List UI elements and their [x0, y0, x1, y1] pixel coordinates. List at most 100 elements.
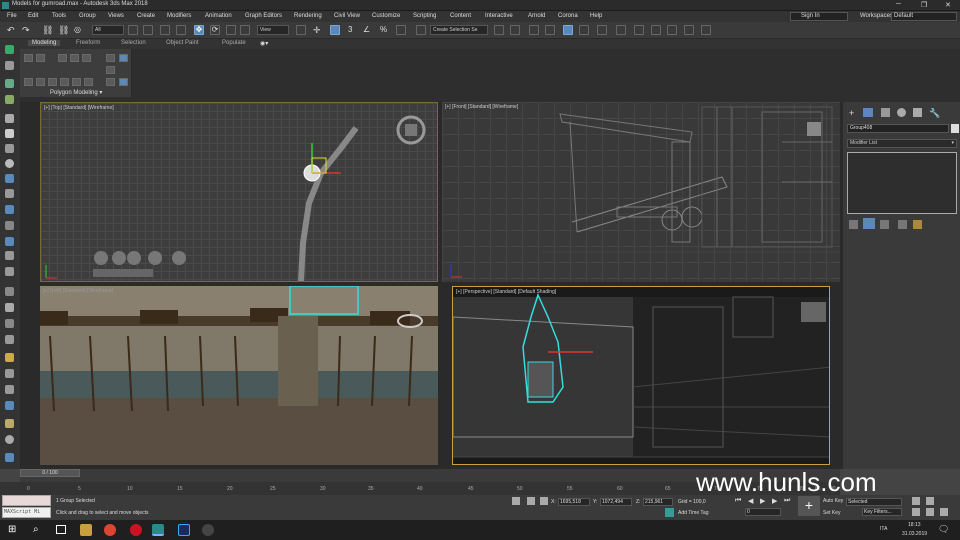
sphere-icon[interactable]: [5, 159, 14, 168]
menu-file[interactable]: File: [7, 13, 17, 19]
orbit-icon[interactable]: [926, 508, 934, 516]
ribbon-tool-1[interactable]: [24, 54, 33, 62]
ribbon-tool-14[interactable]: [84, 78, 93, 86]
menu-corona[interactable]: Corona: [558, 13, 578, 19]
modify-icon[interactable]: [5, 61, 14, 70]
z-coord-field[interactable]: 215,961: [643, 498, 673, 506]
menu-rendering[interactable]: Rendering: [294, 13, 322, 19]
snaps-toggle-icon[interactable]: 3: [348, 25, 358, 35]
edit-named-selection-icon[interactable]: [416, 25, 426, 35]
play-icon[interactable]: ▶: [760, 497, 765, 505]
menu-scripting[interactable]: Scripting: [413, 13, 436, 19]
xref-icon[interactable]: [5, 385, 14, 394]
task-view-icon[interactable]: [56, 525, 66, 534]
container-icon[interactable]: [5, 369, 14, 378]
app-icon[interactable]: [202, 524, 214, 536]
file-explorer-icon[interactable]: [80, 524, 92, 536]
align-icon[interactable]: [510, 25, 520, 35]
3dsmax-task-icon[interactable]: [152, 524, 164, 536]
hierarchy-icon[interactable]: [5, 79, 14, 88]
maximize-button[interactable]: ❐: [921, 1, 927, 9]
render-cloud-icon[interactable]: [701, 25, 711, 35]
ribbon-tool-7[interactable]: [119, 54, 128, 62]
rendered-frame-icon[interactable]: [651, 25, 661, 35]
auto-key-button[interactable]: Auto Key: [823, 498, 843, 504]
modify-tab-icon[interactable]: [863, 108, 873, 117]
time-slider[interactable]: 0 / 100: [20, 469, 80, 477]
bind-spacewarp-icon[interactable]: ◎: [74, 25, 84, 35]
viewport-top[interactable]: [+] [Top] [Standard] [Wireframe]: [40, 102, 438, 282]
goto-end-icon[interactable]: ⏭: [784, 497, 790, 505]
menu-edit[interactable]: Edit: [28, 13, 38, 19]
menu-views[interactable]: Views: [108, 13, 124, 19]
tab-modeling[interactable]: Modeling: [28, 40, 61, 46]
menu-customize[interactable]: Customize: [372, 13, 400, 19]
tab-selection[interactable]: Selection: [121, 40, 146, 46]
goto-start-icon[interactable]: ⏮: [735, 497, 741, 505]
align-tool-icon[interactable]: [5, 303, 14, 312]
viewport-front[interactable]: [+] [Front] [Standard] [Wireframe]: [442, 102, 840, 282]
opera-icon[interactable]: [130, 524, 142, 536]
percent-snap-icon[interactable]: %: [380, 25, 390, 35]
key-filters-button[interactable]: Key Filters...: [862, 508, 902, 516]
zoom-icon[interactable]: [912, 497, 920, 505]
menu-group[interactable]: Group: [79, 13, 96, 19]
layer-explorer-icon[interactable]: [545, 25, 555, 35]
menu-content[interactable]: Content: [450, 13, 471, 19]
paint-icon[interactable]: [5, 267, 14, 276]
motion-tab-icon[interactable]: [897, 108, 906, 117]
motion-icon[interactable]: [5, 95, 14, 104]
viewport-perspective-label[interactable]: [+] [Perspective] [Standard] [Default Sh…: [456, 289, 556, 295]
ribbon-tool-3[interactable]: [58, 54, 67, 62]
systems-icon[interactable]: [5, 251, 14, 260]
object-color-swatch[interactable]: [951, 124, 959, 133]
viewport-left-label[interactable]: [+] [Left] [Standard] [Wireframe]: [43, 288, 113, 294]
select-by-name-icon[interactable]: [143, 25, 153, 35]
notification-icon[interactable]: 🗨: [938, 524, 949, 535]
pivot-center-icon[interactable]: [296, 25, 306, 35]
scene-icon[interactable]: [5, 401, 14, 410]
named-selection-dropdown[interactable]: Create Selection Se: [430, 25, 488, 35]
windows-start-icon[interactable]: ⊞: [8, 524, 16, 535]
make-unique-icon[interactable]: [880, 220, 889, 229]
curve-editor-icon[interactable]: [579, 25, 589, 35]
tab-freeform[interactable]: Freeform: [76, 40, 100, 46]
unlink-icon[interactable]: ⛓: [58, 25, 69, 35]
set-key-big-icon[interactable]: +: [798, 496, 820, 516]
sign-in-dropdown[interactable]: Sign In: [790, 12, 848, 21]
placement-icon[interactable]: [240, 25, 250, 35]
maxscript-listener[interactable]: [2, 495, 51, 506]
ribbon-tool-2[interactable]: [36, 54, 45, 62]
viewport-front-label[interactable]: [+] [Front] [Standard] [Wireframe]: [445, 104, 518, 110]
minimize-button[interactable]: ─: [896, 1, 901, 8]
ribbon-tool-5[interactable]: [82, 54, 91, 62]
viewport-layout-icon[interactable]: [5, 453, 14, 462]
scene-explorer-icon[interactable]: [529, 25, 539, 35]
photoshop-icon[interactable]: [178, 524, 190, 536]
angle-snap-icon[interactable]: ∠: [363, 25, 373, 35]
folder-icon[interactable]: [5, 419, 14, 428]
light-bulb-icon[interactable]: [5, 353, 14, 362]
pan-icon[interactable]: [912, 508, 920, 516]
prev-frame-icon[interactable]: ◀: [748, 497, 753, 505]
redo-icon[interactable]: ↷: [22, 25, 32, 35]
frame-field[interactable]: 0: [745, 508, 781, 516]
material-editor-icon[interactable]: [616, 25, 626, 35]
ribbon-tool-16[interactable]: [119, 78, 128, 86]
helpers-icon[interactable]: [5, 221, 14, 230]
search-icon[interactable]: ⌕: [33, 524, 39, 535]
select-object-icon[interactable]: [128, 25, 138, 35]
reference-coord-dropdown[interactable]: View: [257, 25, 289, 35]
viewport-perspective[interactable]: [+] [Perspective] [Standard] [Default Sh…: [452, 286, 830, 465]
close-button[interactable]: ✕: [945, 1, 951, 9]
menu-graph-editors[interactable]: Graph Editors: [245, 13, 282, 19]
rect-selection-icon[interactable]: [160, 25, 170, 35]
move-icon[interactable]: ✥: [194, 25, 204, 35]
schematic-view-icon[interactable]: [597, 25, 607, 35]
keyboard-shortcut-icon[interactable]: [330, 25, 340, 35]
create-icon[interactable]: [5, 45, 14, 54]
menu-help[interactable]: Help: [590, 13, 602, 19]
ribbon-tool-9[interactable]: [24, 78, 33, 86]
tab-populate[interactable]: Populate: [222, 40, 246, 46]
clock-time[interactable]: 18:13: [908, 522, 921, 528]
